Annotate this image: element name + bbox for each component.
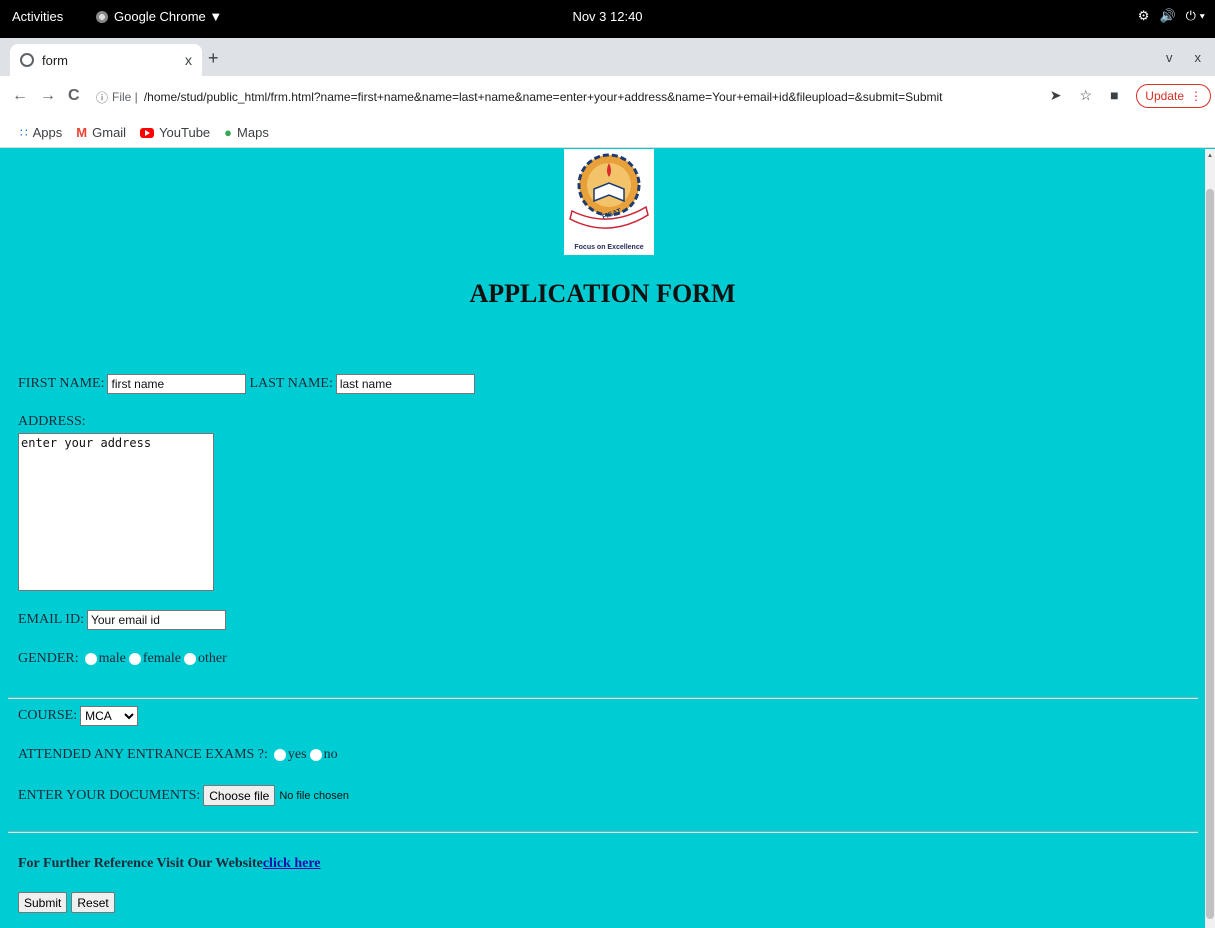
email-label: EMAIL ID: xyxy=(18,612,84,627)
page-title: APPLICATION FORM xyxy=(469,279,736,308)
email-row: EMAIL ID: xyxy=(18,610,226,630)
reset-button[interactable]: Reset xyxy=(71,892,115,913)
tab-title: form xyxy=(42,52,68,68)
website-link[interactable]: click here xyxy=(263,856,321,872)
bookmark-label: Gmail xyxy=(92,125,127,140)
gender-female-radio[interactable] xyxy=(128,653,141,665)
choose-file-button[interactable]: Choose file xyxy=(203,785,276,806)
globe-icon xyxy=(20,53,34,67)
maps-pin-icon: ● xyxy=(224,125,233,140)
reference-text: For Further Reference Visit Our Website xyxy=(18,856,263,871)
clock[interactable]: Nov 3 12:40 xyxy=(572,9,642,24)
divider xyxy=(8,697,1198,699)
exam-option-label: no xyxy=(323,747,338,762)
chrome-icon xyxy=(96,10,108,23)
first-name-input[interactable] xyxy=(107,374,247,394)
youtube-icon xyxy=(140,127,155,138)
gender-option-label: male xyxy=(98,651,126,666)
app-menu[interactable]: Google Chrome ▼ xyxy=(96,9,222,24)
back-icon[interactable]: ← xyxy=(12,87,28,105)
gender-option-label: female xyxy=(142,651,181,666)
system-tray[interactable]: ⚙ 🔊 ⏻ ▾ xyxy=(1138,8,1205,24)
scrollbar-thumb[interactable] xyxy=(1206,189,1214,919)
bookmarks-bar: ∷ Apps M Gmail YouTube ● Maps xyxy=(0,118,1215,148)
bookmark-label: YouTube xyxy=(159,125,211,140)
menu-dots-icon: ⋮ xyxy=(1190,89,1202,103)
gmail-icon: M xyxy=(76,125,88,140)
address-textarea[interactable]: enter your address xyxy=(18,433,214,591)
gender-other-radio[interactable] xyxy=(183,653,196,665)
bookmark-youtube[interactable]: YouTube xyxy=(140,125,210,140)
divider xyxy=(8,831,1198,833)
documents-row: ENTER YOUR DOCUMENTS: Choose file No fil… xyxy=(18,785,349,806)
submit-button[interactable]: Submit xyxy=(18,892,68,913)
address-label: ADDRESS: xyxy=(18,414,86,429)
address-bar[interactable]: ⓘ File | /home/stud/public_html/frm.html… xyxy=(96,83,1026,111)
course-row: COURSE: MCA xyxy=(18,706,139,726)
volume-icon[interactable]: 🔊 xyxy=(1159,8,1175,24)
bookmark-apps[interactable]: ∷ Apps xyxy=(20,125,62,140)
course-label: COURSE: xyxy=(18,708,78,723)
apps-grid-icon: ∷ xyxy=(20,125,28,140)
bookmark-maps[interactable]: ● Maps xyxy=(224,125,269,140)
gender-option-label: other xyxy=(197,651,227,666)
page-content: FISAT Focus on Excellence APPLICATION FO… xyxy=(0,149,1205,928)
send-icon[interactable]: ➤ xyxy=(1050,87,1062,104)
tab-strip: form x + v x xyxy=(0,38,1215,76)
tab-search-icon[interactable]: v xyxy=(1166,50,1173,65)
email-input[interactable] xyxy=(86,610,226,630)
course-select[interactable]: MCA xyxy=(80,706,139,726)
app-menu-label: Google Chrome ▼ xyxy=(114,9,223,24)
forward-icon[interactable]: → xyxy=(40,87,56,105)
file-status-text: No file chosen xyxy=(279,789,350,802)
side-panel-icon[interactable]: ■ xyxy=(1110,87,1118,104)
url-text: /home/stud/public_html/frm.html?name=fir… xyxy=(143,90,943,104)
reference-row: For Further Reference Visit Our Website c… xyxy=(18,856,321,872)
gender-row: GENDER: male female other xyxy=(18,651,227,667)
exam-label: ATTENDED ANY ENTRANCE EXAMS ?: xyxy=(18,747,268,762)
url-scheme: File | xyxy=(112,90,138,104)
update-label: Update xyxy=(1145,89,1184,103)
exam-yes-radio[interactable] xyxy=(273,749,286,761)
logo-emblem-icon xyxy=(569,153,649,229)
scroll-up-icon[interactable]: ▲ xyxy=(1207,153,1213,159)
new-tab-button[interactable]: + xyxy=(208,48,219,69)
first-name-label: FIRST NAME: xyxy=(18,376,105,391)
network-icon[interactable]: ⚙ xyxy=(1138,8,1150,24)
navigation-bar: ← → C ⓘ File | /home/stud/public_html/fr… xyxy=(0,76,1215,118)
logo-caption: Focus on Excellence xyxy=(574,244,644,251)
bookmark-label: Maps xyxy=(237,125,269,140)
system-top-bar: Activities Google Chrome ▼ Nov 3 12:40 ⚙… xyxy=(0,0,1215,38)
bookmark-star-icon[interactable]: ☆ xyxy=(1080,87,1093,104)
info-icon[interactable]: ⓘ xyxy=(96,89,108,106)
bookmark-gmail[interactable]: M Gmail xyxy=(76,125,126,140)
fisat-logo: FISAT Focus on Excellence xyxy=(564,149,654,255)
exam-row: ATTENDED ANY ENTRANCE EXAMS ?: yes no xyxy=(18,747,338,763)
documents-label: ENTER YOUR DOCUMENTS: xyxy=(18,787,201,803)
power-icon[interactable]: ⏻ ▾ xyxy=(1186,8,1205,24)
name-row: FIRST NAME: LAST NAME: xyxy=(18,374,475,394)
bookmark-label: Apps xyxy=(32,125,63,140)
last-name-label: LAST NAME: xyxy=(249,376,333,391)
page-scrollbar[interactable]: ▲ xyxy=(1205,149,1215,928)
last-name-input[interactable] xyxy=(335,374,475,394)
gender-label: GENDER: xyxy=(18,651,79,666)
gender-male-radio[interactable] xyxy=(84,653,97,665)
exam-no-radio[interactable] xyxy=(309,749,322,761)
tab-form[interactable]: form x xyxy=(10,44,202,76)
window-close-icon[interactable]: x xyxy=(1195,50,1202,65)
update-button[interactable]: Update ⋮ xyxy=(1136,84,1211,108)
actions-row: Submit Reset xyxy=(18,892,119,913)
reload-icon[interactable]: C xyxy=(68,87,80,105)
activities-button[interactable]: Activities xyxy=(12,9,63,24)
tab-close-icon[interactable]: x xyxy=(185,52,192,68)
exam-option-label: yes xyxy=(287,747,307,762)
